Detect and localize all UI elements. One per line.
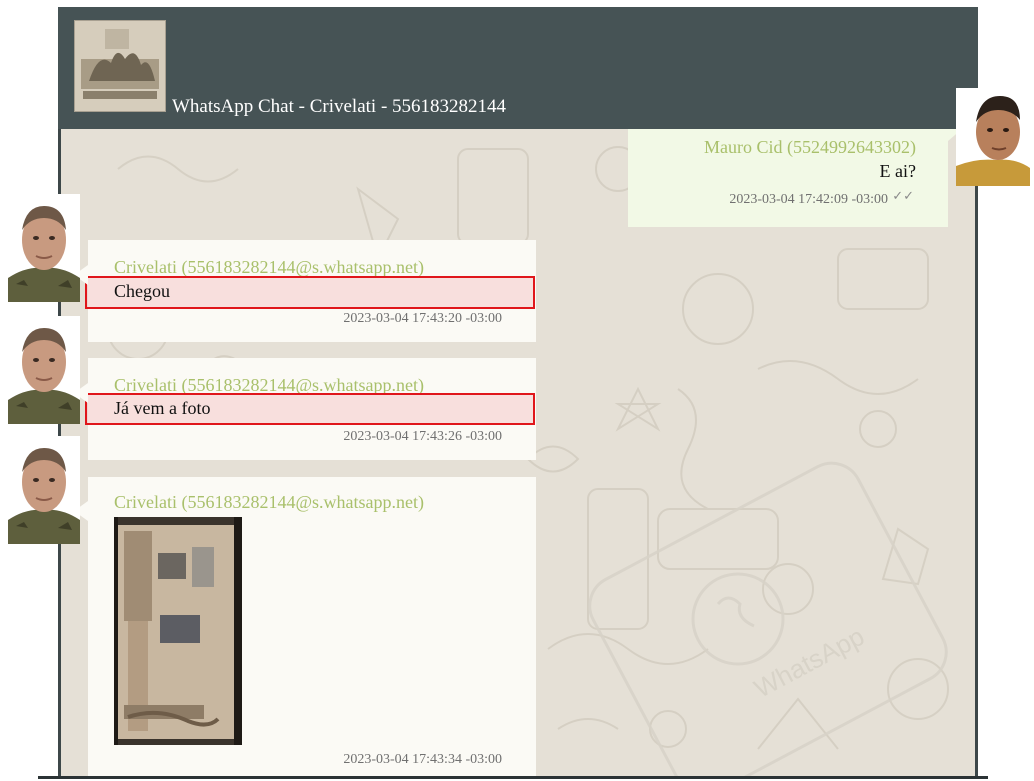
message-bubble-outgoing[interactable]: Mauro Cid (5524992643302) E ai? 2023-03-… — [628, 129, 948, 227]
group-thumbnail-image[interactable] — [74, 20, 166, 112]
whatsapp-watermark: WhatsApp — [749, 621, 869, 704]
photo-attachment[interactable] — [114, 517, 242, 745]
chat-window: WhatsApp WhatsApp Chat - Crivelati - 556… — [58, 7, 978, 779]
message-timestamp: 2023-03-04 17:42:09 -03:00 — [729, 192, 888, 207]
message-text: E ai? — [879, 161, 916, 181]
contact-avatar-crivelati[interactable] — [8, 194, 80, 302]
message-text: Já vem a foto — [114, 398, 211, 418]
sender-name: Crivelati (556183282144@s.whatsapp.net) — [114, 257, 425, 277]
message-timestamp: 2023-03-04 17:43:26 -03:00 — [343, 429, 502, 444]
message-bubble-incoming[interactable]: Crivelati (556183282144@s.whatsapp.net) … — [85, 240, 536, 342]
message-text: Chegou — [114, 281, 170, 301]
message-timestamp: 2023-03-04 17:43:34 -03:00 — [343, 752, 502, 767]
chat-title: WhatsApp Chat - Crivelati - 556183282144 — [172, 96, 507, 117]
contact-avatar-crivelati[interactable] — [8, 436, 80, 544]
message-timestamp: 2023-03-04 17:43:20 -03:00 — [343, 311, 502, 326]
message-bubble-incoming-photo[interactable]: Crivelati (556183282144@s.whatsapp.net) … — [88, 477, 536, 779]
message-bubble-incoming[interactable]: Crivelati (556183282144@s.whatsapp.net) … — [85, 358, 536, 460]
chat-header: WhatsApp Chat - Crivelati - 556183282144 — [58, 7, 978, 129]
bottom-border — [38, 776, 988, 779]
contact-avatar-mauro-cid[interactable] — [956, 88, 1030, 186]
sender-name: Mauro Cid (5524992643302) — [704, 137, 916, 157]
contact-avatar-crivelati[interactable] — [8, 316, 80, 424]
sender-name: Crivelati (556183282144@s.whatsapp.net) — [114, 492, 425, 512]
double-check-icon: ✓✓ — [892, 189, 914, 204]
